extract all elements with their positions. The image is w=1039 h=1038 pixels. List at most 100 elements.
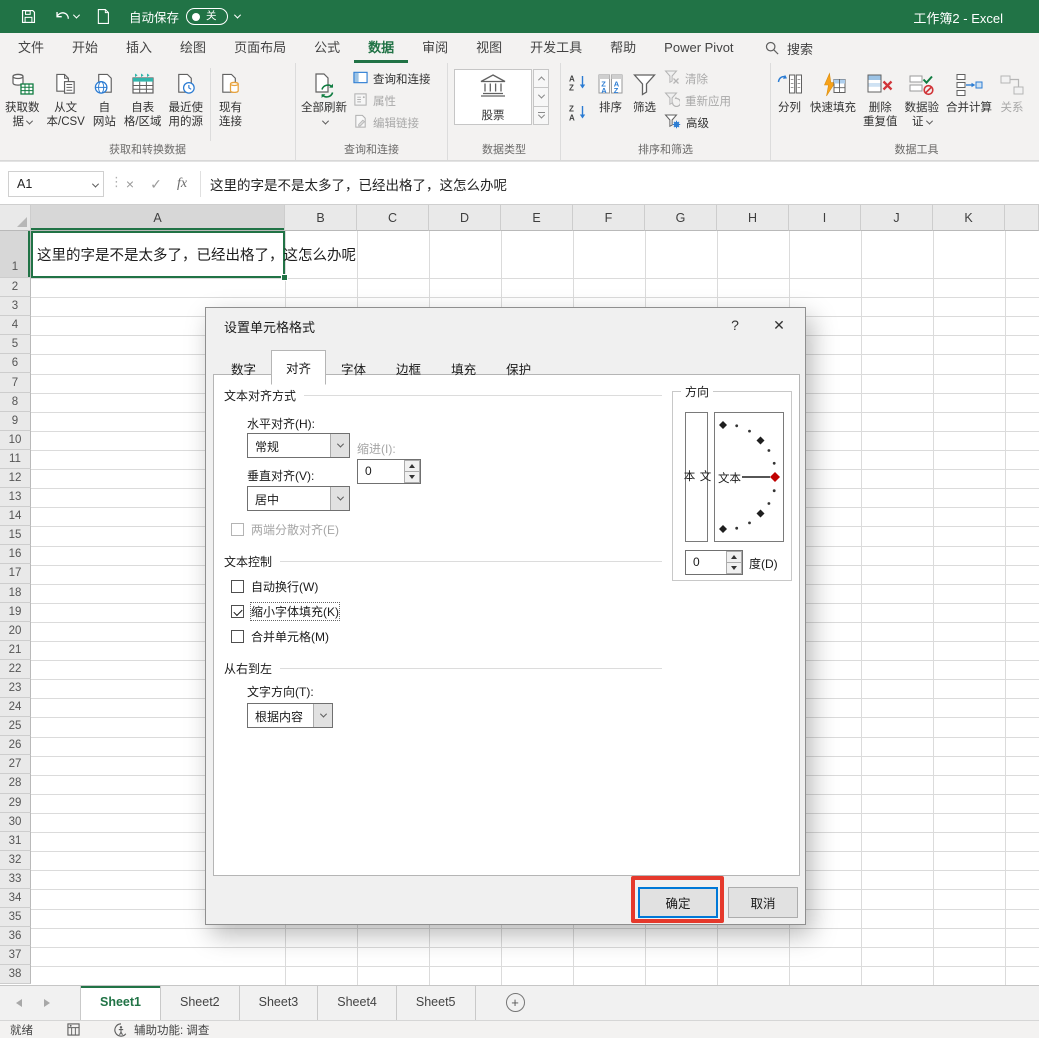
row-header-22[interactable]: 22	[0, 659, 31, 679]
row-header-29[interactable]: 29	[0, 793, 31, 813]
degrees-spinner[interactable]: 0	[685, 550, 743, 575]
menu-tab-6[interactable]: 数据	[354, 33, 408, 63]
dropdown-arrow-icon[interactable]	[313, 704, 332, 727]
row-header-8[interactable]: 8	[0, 392, 31, 412]
text-to-columns-button[interactable]: 分列	[773, 66, 806, 117]
menu-tab-10[interactable]: 帮助	[596, 33, 650, 63]
remove-duplicates-button[interactable]: 删除 重复值	[860, 66, 901, 130]
from-table-range-button[interactable]: 自表 格/区域	[121, 66, 165, 130]
vertical-text-option[interactable]: 文 本	[683, 412, 711, 542]
row-header-6[interactable]: 6	[0, 354, 31, 374]
row-header-26[interactable]: 26	[0, 736, 31, 756]
row-header-33[interactable]: 33	[0, 869, 31, 889]
merge-cells-checkbox[interactable]	[231, 630, 244, 643]
from-web-button[interactable]: 自网站	[89, 66, 120, 130]
row-header-36[interactable]: 36	[0, 927, 31, 947]
row-header-14[interactable]: 14	[0, 507, 31, 527]
row-header-20[interactable]: 20	[0, 621, 31, 641]
row-header-28[interactable]: 28	[0, 774, 31, 794]
refresh-all-button[interactable]: 全部刷新	[298, 66, 350, 130]
row-header-31[interactable]: 31	[0, 831, 31, 851]
dialog-tab-4[interactable]: 填充	[436, 352, 491, 387]
column-header-partial[interactable]	[1005, 205, 1039, 231]
new-sheet-button[interactable]: +	[505, 993, 525, 1012]
row-header-19[interactable]: 19	[0, 602, 31, 622]
consolidate-button[interactable]: 合并计算	[943, 66, 995, 117]
sheet-tab-sheet5[interactable]: Sheet5	[397, 986, 476, 1020]
menu-tab-2[interactable]: 插入	[112, 33, 166, 63]
vertical-align-select[interactable]: 居中	[247, 486, 350, 511]
row-header-1[interactable]: 1	[0, 231, 31, 278]
sort-button[interactable]: Z A A Z 排序	[594, 66, 627, 117]
gallery-down-button[interactable]	[533, 88, 549, 107]
data-validation-button[interactable]: 数据验证	[902, 66, 943, 130]
row-header-27[interactable]: 27	[0, 755, 31, 775]
column-header-F[interactable]: F	[573, 205, 645, 231]
dialog-help-button[interactable]: ?	[721, 314, 749, 336]
existing-connections-button[interactable]: 现有 连接	[215, 66, 246, 130]
indent-spinner[interactable]: 0	[357, 459, 421, 484]
dropdown-arrow-icon[interactable]	[330, 487, 349, 510]
sort-ascending-button[interactable]: AZ	[565, 69, 591, 95]
get-data-button[interactable]: 获取数据	[2, 66, 43, 130]
undo-button[interactable]	[53, 8, 81, 26]
column-header-G[interactable]: G	[645, 205, 717, 231]
row-header-7[interactable]: 7	[0, 373, 31, 393]
shrink-to-fit-row[interactable]: 缩小字体填充(K)	[231, 602, 340, 621]
recent-sources-button[interactable]: 最近使 用的源	[166, 66, 207, 130]
column-header-A[interactable]: A	[31, 205, 285, 231]
row-header-32[interactable]: 32	[0, 850, 31, 870]
gallery-up-button[interactable]	[533, 69, 549, 89]
dialog-tab-3[interactable]: 边框	[381, 352, 436, 387]
accessibility-status[interactable]: 辅助功能: 调查	[114, 1022, 209, 1038]
row-header-21[interactable]: 21	[0, 640, 31, 660]
degrees-down-button[interactable]	[726, 563, 742, 574]
menu-tab-11[interactable]: Power Pivot	[650, 33, 747, 63]
menu-tab-1[interactable]: 开始	[58, 33, 112, 63]
row-header-34[interactable]: 34	[0, 889, 31, 909]
cancel-entry-button[interactable]: ×	[118, 171, 142, 197]
dialog-tab-1[interactable]: 对齐	[271, 350, 327, 385]
enter-entry-button[interactable]: ✓	[144, 171, 168, 197]
indent-down-button[interactable]	[404, 472, 420, 483]
name-box-dropdown-icon[interactable]	[91, 180, 100, 188]
advanced-filter-button[interactable]: 高级	[664, 113, 731, 132]
column-header-J[interactable]: J	[861, 205, 933, 231]
qat-dropdown-icon[interactable]	[233, 11, 242, 19]
column-header-I[interactable]: I	[789, 205, 861, 231]
dialog-tab-0[interactable]: 数字	[216, 352, 271, 387]
shrink-to-fit-checkbox[interactable]	[231, 605, 244, 618]
sheet-tab-sheet4[interactable]: Sheet4	[318, 986, 397, 1020]
horizontal-align-select[interactable]: 常规	[247, 433, 350, 458]
save-button[interactable]	[20, 8, 37, 25]
menu-tab-5[interactable]: 公式	[300, 33, 354, 63]
formula-input[interactable]: 这里的字是不是太多了，已经出格了，这怎么办呢	[210, 171, 1039, 197]
row-header-16[interactable]: 16	[0, 545, 31, 565]
row-header-25[interactable]: 25	[0, 717, 31, 737]
row-header-17[interactable]: 17	[0, 564, 31, 584]
row-header-37[interactable]: 37	[0, 946, 31, 966]
row-header-24[interactable]: 24	[0, 698, 31, 718]
menu-tab-7[interactable]: 审阅	[408, 33, 462, 63]
stocks-button[interactable]: 股票	[454, 69, 532, 125]
row-header-18[interactable]: 18	[0, 583, 31, 603]
text-direction-select[interactable]: 根据内容	[247, 703, 333, 728]
orientation-dial[interactable]: 文本	[714, 412, 784, 542]
menu-tab-3[interactable]: 绘图	[166, 33, 220, 63]
wrap-text-checkbox[interactable]	[231, 580, 244, 593]
indent-up-button[interactable]	[404, 460, 420, 472]
row-header-5[interactable]: 5	[0, 335, 31, 355]
sheet-tab-sheet1[interactable]: Sheet1	[80, 986, 161, 1020]
merge-cells-row[interactable]: 合并单元格(M)	[231, 628, 329, 645]
previous-sheet-icon[interactable]	[16, 999, 22, 1007]
autosave-switch[interactable]: 关	[186, 8, 229, 25]
next-sheet-icon[interactable]	[44, 999, 50, 1007]
column-header-B[interactable]: B	[285, 205, 357, 231]
menu-tab-8[interactable]: 视图	[462, 33, 516, 63]
menu-tab-4[interactable]: 页面布局	[220, 33, 300, 63]
row-header-12[interactable]: 12	[0, 468, 31, 489]
sort-descending-button[interactable]: ZA	[565, 99, 591, 125]
row-header-2[interactable]: 2	[0, 278, 31, 298]
row-header-3[interactable]: 3	[0, 297, 31, 317]
column-header-K[interactable]: K	[933, 205, 1005, 231]
